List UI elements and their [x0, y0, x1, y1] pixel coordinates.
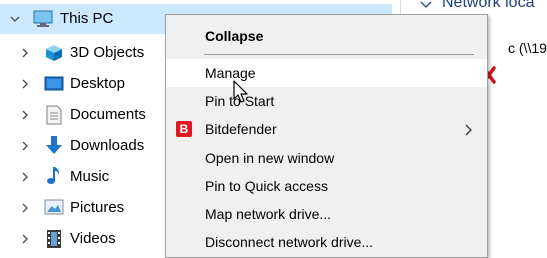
nav-item-label: Documents: [70, 106, 146, 123]
menu-item-label: Pin to Start: [205, 93, 275, 109]
menu-item-label: Open in new window: [205, 150, 335, 166]
chevron-right-icon[interactable]: [20, 141, 30, 151]
nav-item-label: 3D Objects: [70, 44, 145, 61]
menu-item-collapse[interactable]: Collapse: [166, 22, 487, 50]
chevron-right-icon[interactable]: [20, 234, 30, 244]
nav-item-label: Pictures: [70, 199, 125, 216]
network-locations-label: Network loca: [442, 0, 535, 11]
menu-item-disconnect-network-drive[interactable]: Disconnect network drive...: [166, 228, 487, 256]
3d-objects-icon: [45, 44, 63, 62]
menu-separator: [204, 54, 474, 55]
menu-item-map-network-drive[interactable]: Map network drive...: [166, 200, 487, 228]
desktop-icon: [44, 75, 64, 93]
pictures-icon: [44, 199, 64, 217]
submenu-arrow-icon: [465, 123, 473, 136]
nav-item-label: Videos: [70, 230, 116, 247]
chevron-down-icon[interactable]: [10, 14, 20, 24]
menu-item-pin-to-start[interactable]: Pin to Start: [166, 87, 487, 115]
chevron-right-icon[interactable]: [20, 110, 30, 120]
menu-item-label: Disconnect network drive...: [205, 234, 374, 250]
network-drive-path[interactable]: c (\\19: [508, 40, 547, 56]
videos-icon: [46, 229, 64, 248]
documents-icon: [46, 105, 64, 125]
network-locations-header[interactable]: Network loca: [420, 0, 547, 14]
menu-item-label: Manage: [205, 65, 256, 81]
menu-item-manage[interactable]: Manage: [166, 59, 487, 87]
nav-item-label: Music: [70, 168, 110, 185]
menu-item-label: Map network drive...: [205, 206, 332, 222]
nav-item-label: Desktop: [70, 75, 126, 92]
menu-item-bitdefender[interactable]: B Bitdefender: [166, 115, 487, 143]
menu-item-label: Pin to Quick access: [205, 178, 328, 194]
computer-icon: [33, 10, 53, 28]
chevron-right-icon[interactable]: [20, 79, 30, 89]
chevron-down-icon[interactable]: [420, 0, 432, 10]
nav-item-label: This PC: [60, 10, 114, 27]
menu-item-pin-to-quick-access[interactable]: Pin to Quick access: [166, 172, 487, 200]
downloads-icon: [45, 135, 63, 154]
chevron-right-icon[interactable]: [20, 172, 30, 182]
menu-item-label: Collapse: [205, 28, 264, 44]
nav-item-label: Downloads: [70, 137, 145, 154]
music-icon: [46, 166, 64, 184]
chevron-right-icon[interactable]: [20, 203, 30, 213]
menu-item-open-in-new-window[interactable]: Open in new window: [166, 144, 487, 172]
bitdefender-icon: B: [176, 121, 192, 137]
chevron-right-icon[interactable]: [20, 48, 30, 58]
context-menu: Collapse Manage Pin to Start B Bitdefend…: [165, 14, 488, 258]
menu-item-label: Bitdefender: [205, 121, 277, 137]
